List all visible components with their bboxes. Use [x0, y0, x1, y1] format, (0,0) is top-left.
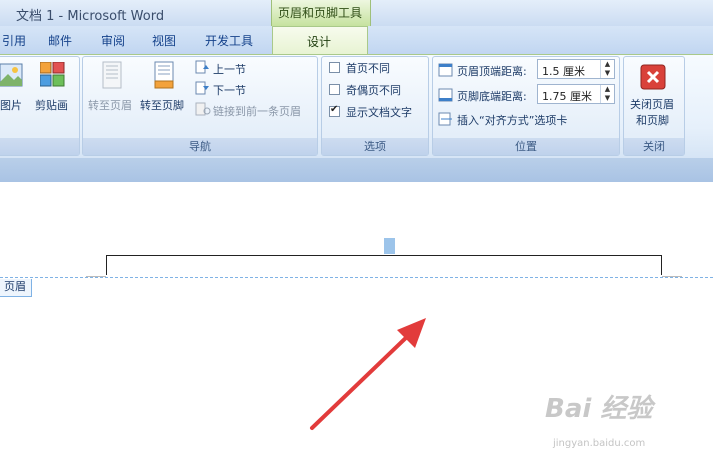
window-title: 文档 1 - Microsoft Word: [16, 9, 165, 24]
tab-design-label: 设计: [307, 35, 332, 49]
header-position-icon: [438, 63, 453, 77]
show-document-text-label: 显示文档文字: [346, 106, 412, 119]
link-previous-icon: [195, 102, 211, 116]
picture-icon: [0, 63, 23, 87]
options-group-label: 选项: [322, 138, 428, 155]
footer-bottom-distance-input[interactable]: 1.75 厘米 ▲ ▼: [537, 84, 615, 104]
tab-references[interactable]: 引用: [2, 32, 26, 49]
goto-footer-button[interactable]: 转至页脚: [140, 97, 184, 113]
insert-group-label: [0, 138, 79, 155]
footer-position-icon: [438, 88, 453, 102]
tab-developer[interactable]: 开发工具: [205, 32, 253, 49]
clipart-button[interactable]: 剪贴画: [35, 97, 68, 113]
position-group-label: 位置: [433, 138, 619, 155]
different-odd-even-label: 奇偶页不同: [346, 84, 401, 97]
link-to-previous-button[interactable]: 链接到前一条页眉: [213, 103, 301, 119]
spin-arrows-icon[interactable]: ▲ ▼: [600, 85, 614, 103]
red-arrow-annotation: [310, 318, 426, 430]
close-header-footer-line2[interactable]: 和页脚: [636, 112, 669, 128]
close-header-footer-line1[interactable]: 关闭页眉: [630, 96, 674, 112]
next-section-button[interactable]: 下一节: [213, 82, 246, 98]
contextual-tool-label: 页眉和页脚工具: [278, 6, 363, 20]
insert-alignment-tab-icon: [438, 112, 452, 126]
previous-section-button[interactable]: 上一节: [213, 61, 246, 77]
text-cursor: [384, 238, 395, 254]
tab-design[interactable]: 设计: [272, 26, 368, 55]
goto-header-button[interactable]: 转至页眉: [88, 97, 132, 113]
insert-alignment-tab-button[interactable]: 插入“对齐方式”选项卡: [457, 112, 567, 128]
different-first-page-checkbox[interactable]: [329, 62, 340, 73]
navigation-group-label: 导航: [83, 138, 317, 155]
spin-arrows-icon[interactable]: ▲ ▼: [600, 60, 614, 78]
header-border-line: [106, 255, 662, 256]
next-section-icon: [195, 81, 209, 95]
footer-bottom-distance-label: 页脚底端距离:: [457, 90, 527, 103]
watermark-brand: Bai 经验: [545, 394, 653, 424]
goto-header-icon: [102, 61, 122, 89]
different-first-page-label: 首页不同: [346, 62, 390, 75]
header-tag: 页眉: [0, 279, 32, 297]
previous-section-icon: [195, 60, 209, 74]
contextual-tool-header: 页眉和页脚工具: [271, 0, 371, 26]
tab-review[interactable]: 审阅: [101, 32, 125, 49]
header-top-distance-label: 页眉顶端距离:: [457, 65, 527, 78]
header-border-left: [106, 255, 107, 275]
different-odd-even-checkbox[interactable]: [329, 84, 340, 95]
show-document-text-checkbox[interactable]: [329, 104, 340, 117]
watermark-url: jingyan.baidu.com: [553, 438, 646, 449]
tab-mailings[interactable]: 邮件: [48, 32, 72, 49]
header-top-distance-value: 1.5 厘米: [542, 65, 585, 78]
goto-footer-icon: [154, 61, 174, 89]
header-dashed-separator: [0, 277, 713, 278]
picture-button[interactable]: 图片: [0, 97, 22, 113]
close-group-label: 关闭: [624, 138, 684, 155]
ruler-strip: [0, 158, 713, 183]
tab-view[interactable]: 视图: [152, 32, 176, 49]
close-icon: [640, 64, 666, 90]
clipart-icon: [40, 62, 65, 87]
header-border-right: [661, 255, 662, 275]
footer-bottom-distance-value: 1.75 厘米: [542, 90, 592, 103]
header-top-distance-input[interactable]: 1.5 厘米 ▲ ▼: [537, 59, 615, 79]
